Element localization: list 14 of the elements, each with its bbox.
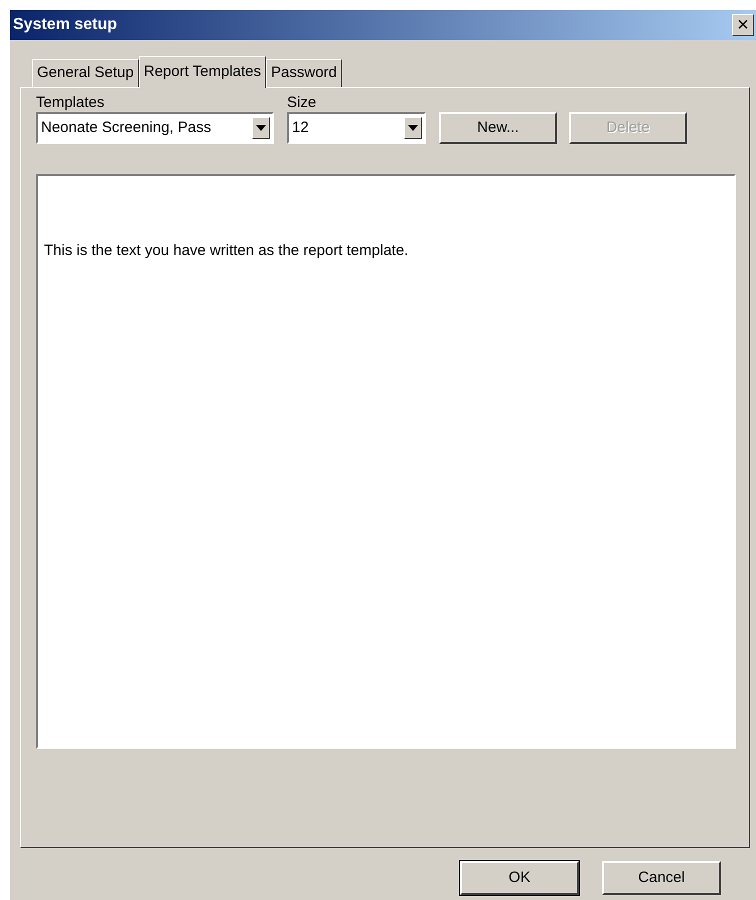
- tab[interactable]: General Setup: [32, 59, 139, 87]
- template-text-area[interactable]: This is the text you have written as the report template.: [36, 174, 736, 749]
- dialog-button[interactable]: Cancel: [602, 861, 721, 895]
- tab[interactable]: Report Templates: [138, 56, 266, 88]
- template-text: This is the text you have written as the report template.: [44, 242, 408, 259]
- dialog-button[interactable]: OK: [460, 861, 579, 895]
- field-label: Templates: [36, 94, 106, 112]
- size-dropdown[interactable]: 12: [287, 112, 426, 144]
- window-title: System setup: [13, 15, 118, 35]
- toolbar-button[interactable]: New...: [439, 112, 557, 144]
- close-button[interactable]: ×: [732, 14, 754, 36]
- templates-dropdown[interactable]: Neonate Screening, Pass: [36, 112, 274, 144]
- field-label: Size: [287, 94, 318, 112]
- tab[interactable]: Password: [266, 59, 342, 87]
